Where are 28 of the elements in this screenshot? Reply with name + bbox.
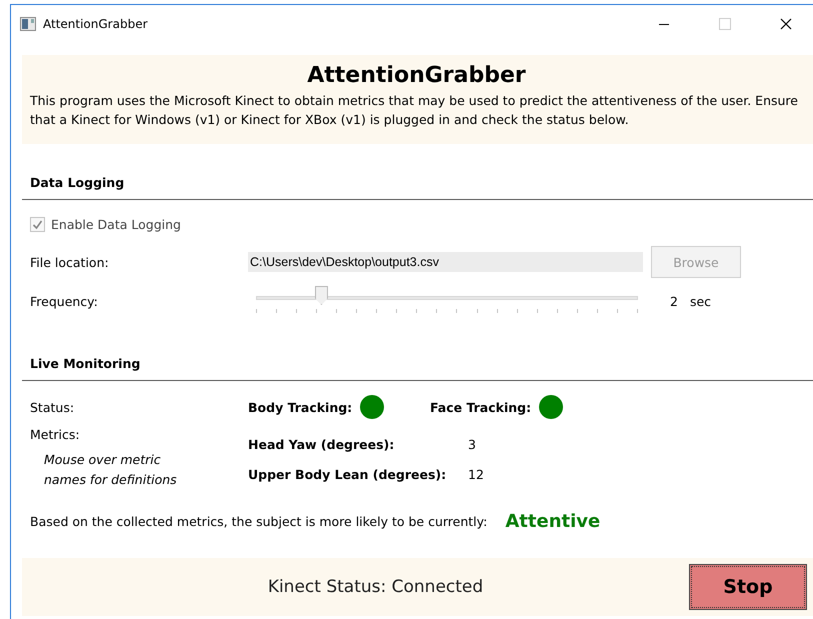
metric-name[interactable]: Upper Body Lean (degrees):	[248, 466, 468, 490]
kinect-status: Kinect Status: Connected	[266, 577, 484, 597]
metric-value: 12	[468, 466, 485, 484]
field-label: Metrics:	[30, 427, 81, 442]
prediction-value: Attentive	[505, 511, 600, 532]
app-heading: AttentionGrabber	[306, 63, 527, 88]
metric-name[interactable]: Head Yaw (degrees):	[248, 437, 468, 460]
app-icon	[20, 17, 36, 31]
field-label: File location:	[30, 254, 110, 270]
window-title: AttentionGrabber	[43, 17, 148, 31]
metric-value: 3	[468, 437, 477, 454]
field-label: Frequency:	[30, 294, 99, 308]
slider-track[interactable]	[256, 296, 638, 300]
tracker-label: Face Tracking:	[430, 400, 532, 414]
field-label: Status:	[30, 400, 76, 414]
frequency-value: 2	[670, 294, 678, 308]
slider-thumb[interactable]	[314, 286, 328, 305]
stop-button[interactable]: Stop	[689, 564, 807, 610]
prediction-text: Based on the collected metrics, the subject is more likely to be currently:	[30, 514, 488, 529]
checkbox-label: Enable Data Logging	[51, 217, 181, 232]
close-icon[interactable]	[780, 18, 792, 30]
description-text: This program uses the Microsoft Kinect to obtain metrics that may be used to predict the attentiveness of the user. Ensure that a Kinect for Windows (v1) or Kinect for XBox (v1) is plugged in and check the status below.	[30, 92, 799, 129]
file-path-field[interactable]: C:\Users\dev\Desktop\output3.csv	[248, 252, 643, 272]
unit-label: sec	[690, 294, 712, 308]
section-heading: Data Logging	[22, 175, 813, 200]
tracker-label: Body Tracking:	[248, 400, 352, 414]
hint-text: Mouse over metric names for definitions	[44, 451, 178, 489]
section-heading: Live Monitoring	[22, 356, 813, 381]
